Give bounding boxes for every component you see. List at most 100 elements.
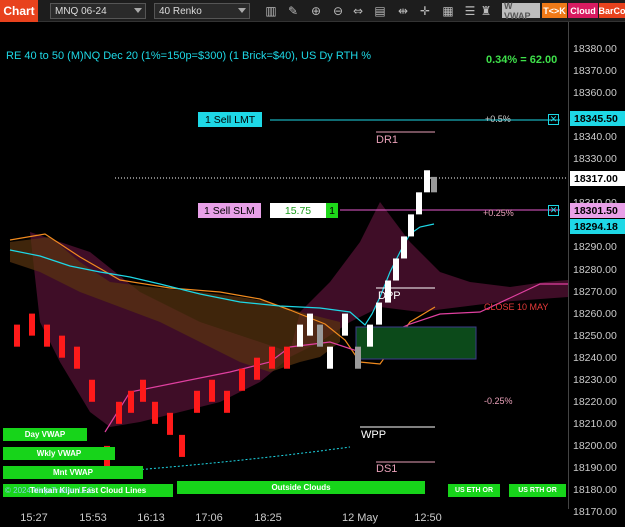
bar-type-selector[interactable]: 40 Renko (154, 3, 250, 19)
y-tick-label: 18380.00 (573, 43, 617, 55)
y-tick-label: 18230.00 (573, 373, 617, 386)
renko-brick-down (167, 412, 173, 435)
sell-lmt-order-label[interactable]: 1 Sell LMT (198, 112, 263, 127)
sell-slm-price[interactable]: 15.75 (270, 203, 326, 218)
toolbar: Chart MNQ 06-24 40 Renko ▥ ✎ ⊕ ⊖ ⇔ ▤ ⇹ ✛ ▦ ☰ ♜ W V… (0, 0, 625, 22)
chart-title: RE 40 to 50 (M)NQ Dec 20 (1%=150p=$300) … (6, 50, 372, 62)
y-tick-label: 18210.00 (573, 417, 617, 430)
x-tick-label: 18:25 (254, 512, 282, 524)
y-tick-label: 18270.00 (573, 285, 617, 298)
y-tick-label: 18180.00 (573, 484, 617, 496)
chart-tab[interactable]: Chart (0, 0, 38, 22)
zoom-out-icon[interactable]: ⊖ (330, 3, 346, 19)
renko-brick-down (116, 401, 122, 424)
toolbar-button-cloud[interactable]: Cloud (568, 3, 598, 18)
wpp-label: WPP (361, 429, 387, 441)
price-axis[interactable]: 18380.0018370.0018360.0018350.0018340.00… (568, 22, 625, 518)
renko-brick-down (224, 390, 230, 413)
y-tick-label: 18220.00 (573, 395, 617, 408)
opening-range-zone (355, 326, 477, 360)
toolbar-button-barco[interactable]: BarCo (599, 3, 625, 18)
pan-icon[interactable]: ⇔ (350, 3, 366, 19)
strategy-icon[interactable]: ♜ (478, 3, 494, 19)
renko-brick-down (89, 379, 95, 402)
renko-brick-up (416, 192, 422, 215)
y-tick-label: 18370.00 (573, 65, 617, 78)
toolbar-button-w-vwap[interactable]: W VWAP (502, 1, 540, 21)
renko-brick-down (209, 379, 215, 402)
wkly-vwap-button[interactable]: Wkly VWAP (3, 447, 115, 460)
sell-slm-quantity[interactable]: 1 (326, 203, 338, 218)
performance-readout: 0.34% = 62.00 (486, 54, 558, 66)
renko-brick-up (424, 170, 430, 193)
cancel-sell-lmt-icon[interactable]: ✕ (548, 114, 559, 125)
instrument-selector[interactable]: MNQ 06-24 (50, 3, 146, 19)
renko-brick-down (284, 346, 290, 369)
renko-brick-down (140, 379, 146, 402)
us-eth-or-button[interactable]: US ETH OR (448, 484, 500, 497)
renko-brick-down (44, 324, 50, 347)
renko-brick-up (327, 346, 333, 369)
mnt-vwap-button[interactable]: Mnt VWAP (3, 466, 143, 479)
chevron-down-icon (134, 8, 142, 13)
renko-brick-up (367, 324, 373, 347)
renko-brick-grey (317, 324, 323, 347)
vwap-dotted-line (109, 446, 351, 473)
renko-brick-down (194, 390, 200, 413)
y-tick-label: 18340.00 (573, 131, 617, 144)
renko-brick-down (269, 346, 275, 369)
renko-brick-grey (355, 346, 361, 369)
x-tick-label: 15:27 (20, 512, 48, 524)
x-tick-label: 15:53 (79, 512, 107, 524)
ema-price-box: 18294.18 (570, 219, 625, 234)
dr1-label: DR1 (376, 134, 399, 146)
us-rth-or-button[interactable]: US RTH OR (509, 484, 566, 497)
global-crosshair-icon[interactable]: ✛ (417, 3, 433, 19)
y-tick-label: 18280.00 (573, 263, 617, 276)
y-tick-label: 18260.00 (573, 307, 617, 320)
zoom-in-icon[interactable]: ⊕ (308, 3, 324, 19)
x-tick-label: 16:13 (137, 512, 165, 524)
last-price-box: 18317.00 (570, 171, 625, 186)
cancel-sell-slm-icon[interactable]: ✕ (548, 205, 559, 216)
copyright-text: © 2024 NinjaTrader, LLC (5, 486, 94, 495)
renko-brick-up (307, 313, 313, 336)
chart-type-icon[interactable]: ▥ (263, 3, 279, 19)
y-tick-label: 18190.00 (573, 461, 617, 474)
renko-brick-up (393, 258, 399, 281)
renko-brick-down (29, 313, 35, 336)
ds1-label: DS1 (376, 463, 398, 475)
time-axis[interactable]: 15:27 15:53 16:13 17:06 18:25 12 May 12:50 (0, 509, 568, 527)
sell-slm-order-label[interactable]: 1 Sell SLM (198, 203, 261, 218)
renko-brick-down (128, 390, 134, 413)
outside-clouds-button[interactable]: Outside Clouds (177, 481, 425, 494)
day-vwap-button[interactable]: Day VWAP (3, 428, 87, 441)
renko-brick-up (297, 324, 303, 347)
renko-brick-down (59, 335, 65, 358)
minus-025-label: -0.25% (484, 396, 513, 406)
renko-brick-down (254, 357, 260, 380)
templates-icon[interactable]: ▦ (440, 3, 456, 19)
y-tick-label: 18360.00 (573, 87, 617, 100)
chevron-down-icon (238, 8, 246, 13)
x-tick-label: 12 May (341, 512, 379, 524)
drawing-tool-icon[interactable]: ✎ (285, 3, 301, 19)
renko-brick-up (376, 302, 382, 325)
x-tick-label: 12:50 (414, 512, 442, 524)
sell-slm-price-box: 18301.50 (570, 203, 625, 218)
renko-brick-up (408, 214, 414, 237)
x-tick-label: 17:06 (195, 512, 223, 524)
bar-spacing-icon[interactable]: ⇹ (395, 3, 411, 19)
chart-plot-area[interactable]: RE 40 to 50 (M)NQ Dec 20 (1%=150p=$300) … (0, 22, 568, 509)
data-box-icon[interactable]: ▤ (372, 3, 388, 19)
renko-brick-up (401, 236, 407, 259)
properties-icon[interactable]: ☰ (462, 3, 478, 19)
renko-brick-down (152, 401, 158, 424)
plus-05-label: +0.5% (485, 114, 511, 124)
instrument-label: MNQ 06-24 (55, 5, 107, 17)
renko-brick-down (239, 368, 245, 391)
y-tick-label: 18250.00 (573, 329, 617, 342)
y-tick-label: 18200.00 (573, 439, 617, 452)
toolbar-button-t-k[interactable]: T<>K (542, 3, 567, 18)
close-10-may-label: CLOSE 10 MAY (484, 302, 549, 312)
